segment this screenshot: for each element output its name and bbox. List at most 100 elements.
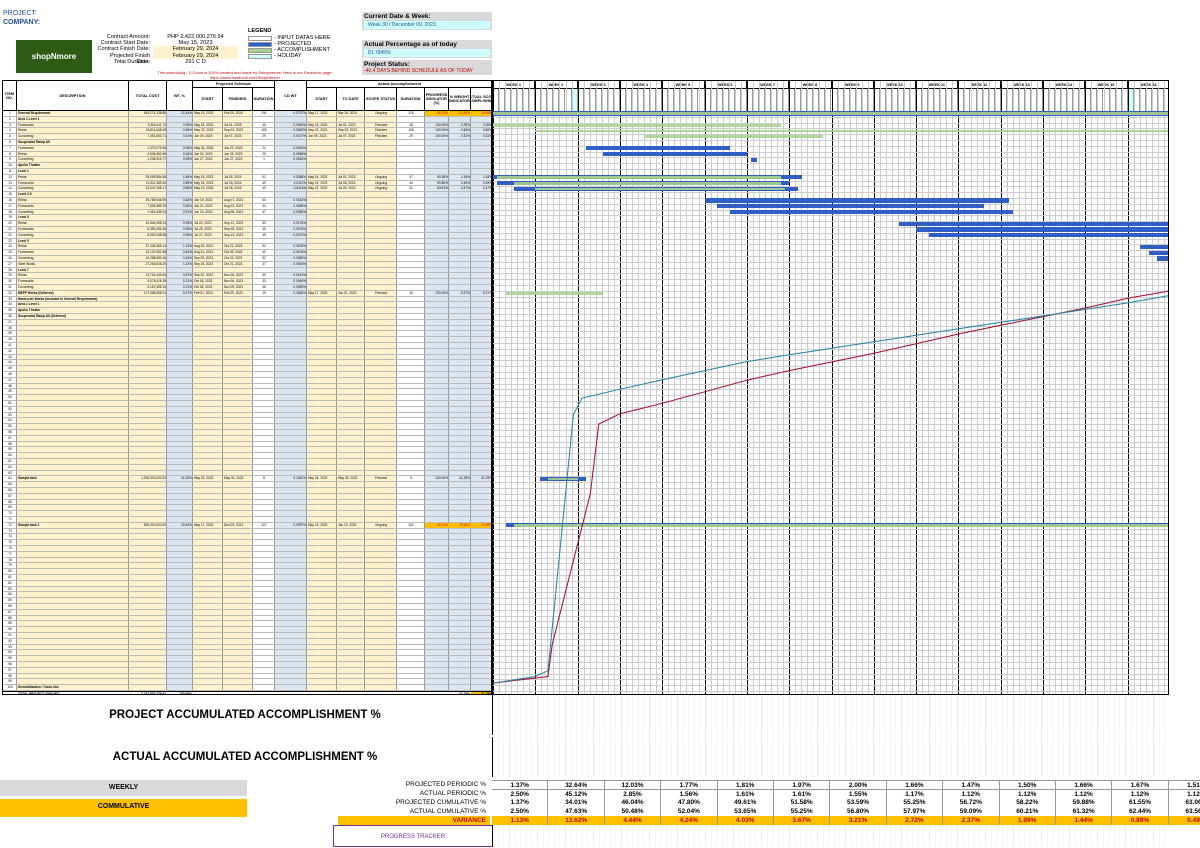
summary-value: 1.12% xyxy=(1000,790,1056,798)
summary-value: 32.64% xyxy=(548,781,605,789)
current-date-title: Current Date & Week: xyxy=(364,13,431,20)
summary-label: VARIANCE xyxy=(338,816,490,825)
header-wt: WT. % xyxy=(167,81,193,111)
summary-value: 2.00% xyxy=(830,781,887,789)
header-progress: PROGRESS INDICATOR (%) xyxy=(425,88,449,111)
actual-curve xyxy=(493,295,1168,684)
header-cost: TOTAL COST xyxy=(129,81,167,111)
summary-value: 2.50% xyxy=(492,807,549,816)
project-status-box: Project Status: -40.4 DAYS BEHIND SCHEDU… xyxy=(362,60,492,75)
summary-label: PROJECTED CUMULATIVE % xyxy=(395,799,486,806)
legend-swatch xyxy=(248,47,272,53)
summary-label: ACTUAL CUMULATIVE % xyxy=(409,808,486,815)
actual-pct-title: Actual Percentage as of today xyxy=(364,41,457,48)
summary-value: 1.47% xyxy=(943,781,1000,789)
summary-value: 1.55% xyxy=(830,790,887,798)
summary-value: 1.97% xyxy=(774,781,831,789)
project-label: PROJECT: xyxy=(3,10,37,17)
legend-swatch xyxy=(248,53,272,59)
actual-daily-values xyxy=(492,737,1169,777)
summary-value: 63.56% xyxy=(1169,807,1200,816)
summary-value: 1.44% xyxy=(1056,816,1113,825)
header-duration: DURATION xyxy=(253,88,275,111)
legend-swatch xyxy=(248,35,272,41)
summary-value: 50.48% xyxy=(605,807,662,816)
summary-value: 61.32% xyxy=(1056,807,1113,816)
company-label: COMPANY: xyxy=(3,19,41,26)
summary-value: 59.88% xyxy=(1056,798,1113,807)
summary-value: 2.50% xyxy=(492,790,549,798)
summary-value: 3.67% xyxy=(774,816,831,825)
actual-percentage-box: Actual Percentage as of today 81.7845% xyxy=(362,40,492,58)
summary-value: 13.62% xyxy=(548,816,605,825)
summary-value: 1.37% xyxy=(492,798,549,807)
legend-item: - HOLIDAY xyxy=(248,53,358,59)
summary-value: 12.03% xyxy=(605,781,662,789)
info-row: Total Duration: 291 C D xyxy=(95,59,305,65)
summary-value: 1.67% xyxy=(1112,781,1169,789)
summary-value: 55.25% xyxy=(774,807,831,816)
project-status-text: -40.4 DAYS BEHIND SCHEDULE AS OF TODAY xyxy=(364,68,474,74)
summary-value: 53.59% xyxy=(830,798,887,807)
summary-value: 3.21% xyxy=(830,816,887,825)
summary-value: 46.04% xyxy=(605,798,662,807)
summary-value: 2.85% xyxy=(605,790,662,798)
summary-value: 4.44% xyxy=(605,816,662,825)
summary-value: 56.72% xyxy=(943,798,1000,807)
progress-tracker: PROGRESS TRACKER xyxy=(333,825,493,847)
header-cd_wt: CD WT xyxy=(275,81,307,111)
project-status-title: Project Status: xyxy=(364,61,410,68)
summary-value: 47.63% xyxy=(548,807,605,816)
projected-daily-values xyxy=(492,695,1169,735)
summary-value: 56.80% xyxy=(830,807,887,816)
header-finished: FINISHED xyxy=(223,88,253,111)
summary-value: 1.61% xyxy=(718,790,774,798)
weekly-label: WEEKLY xyxy=(0,780,247,796)
summary-value: 52.04% xyxy=(661,807,718,816)
summary-value: 59.09% xyxy=(943,807,1000,816)
summary-label: ACTUAL PERIODIC % xyxy=(419,790,486,797)
legend-title: LEGEND xyxy=(248,28,272,34)
summary-value: 51.58% xyxy=(774,798,831,807)
summary-row: 2.50% 45.12% 2.85% 1.56% 1.61% 1.61% 1.55% 1.17… xyxy=(492,789,1200,798)
summary-section: PROJECT ACCUMULATED ACCOMPLISHMENT % ACT… xyxy=(0,695,1200,848)
summary-value: 4.24% xyxy=(661,816,718,825)
schedule-table: Projected Schedule Actual Accomplishment I… xyxy=(2,80,492,695)
header-todate: TO DATE xyxy=(337,88,365,111)
gantt-chart: WEEK 1 WEEK 2 WEEK 3 WEEK 4 WEEK 5 WEEK 6 WEEK… xyxy=(492,80,1169,695)
company-logo: shopNmore xyxy=(16,40,92,73)
actual-accumulated-title: ACTUAL ACCUMULATED ACCOMPLISHMENT % xyxy=(112,751,378,763)
projected-curve-markers xyxy=(493,290,1168,684)
header-pctwt: % WEIGHT INDICATOR xyxy=(449,88,471,111)
legend-label: - HOLIDAY xyxy=(274,53,302,59)
legend-swatch xyxy=(248,41,272,47)
summary-value: 1.81% xyxy=(718,781,774,789)
header-item: ITEM NO. xyxy=(3,81,17,111)
summary-value: 58.22% xyxy=(1000,798,1056,807)
current-date-box: Current Date & Week: Week 30 / December … xyxy=(362,12,492,30)
summary-value: 57.97% xyxy=(887,807,944,816)
summary-value: 1.61% xyxy=(774,790,831,798)
summary-value: 1.77% xyxy=(661,781,718,789)
summary-value: 47.80% xyxy=(661,798,718,807)
actual-curve-markers xyxy=(493,295,1168,684)
summary-value: 63.06% xyxy=(1169,798,1200,807)
summary-value: 1.66% xyxy=(1056,781,1113,789)
summary-value: 45.12% xyxy=(548,790,605,798)
actual-pct-value: 81.7845% xyxy=(364,49,490,57)
summary-value: 60.21% xyxy=(1000,807,1056,816)
header-astart: START xyxy=(307,88,337,111)
summary-value: 1.99% xyxy=(1000,816,1056,825)
summary-value: 1.51% xyxy=(1169,781,1200,789)
summary-value: 2.72% xyxy=(887,816,944,825)
credit-note: This scheduling / S-Curve is 100% create… xyxy=(157,70,333,80)
summary-label: PROJECTED PERIODIC % xyxy=(405,781,486,788)
summary-value: 49.61% xyxy=(718,798,774,807)
header-scope: SCOPE STATUS xyxy=(365,88,397,111)
header-desc: DESCRIPTION xyxy=(17,81,129,111)
schedule-sheet: { "header":{"project_label":"PROJECT:","… xyxy=(0,0,1200,848)
summary-value: 0.49% xyxy=(1169,816,1200,825)
current-week: Week 30 / December 09, 2023 xyxy=(364,21,490,29)
summary-value: 1.12% xyxy=(1056,790,1113,798)
summary-value: 62.44% xyxy=(1112,807,1169,816)
